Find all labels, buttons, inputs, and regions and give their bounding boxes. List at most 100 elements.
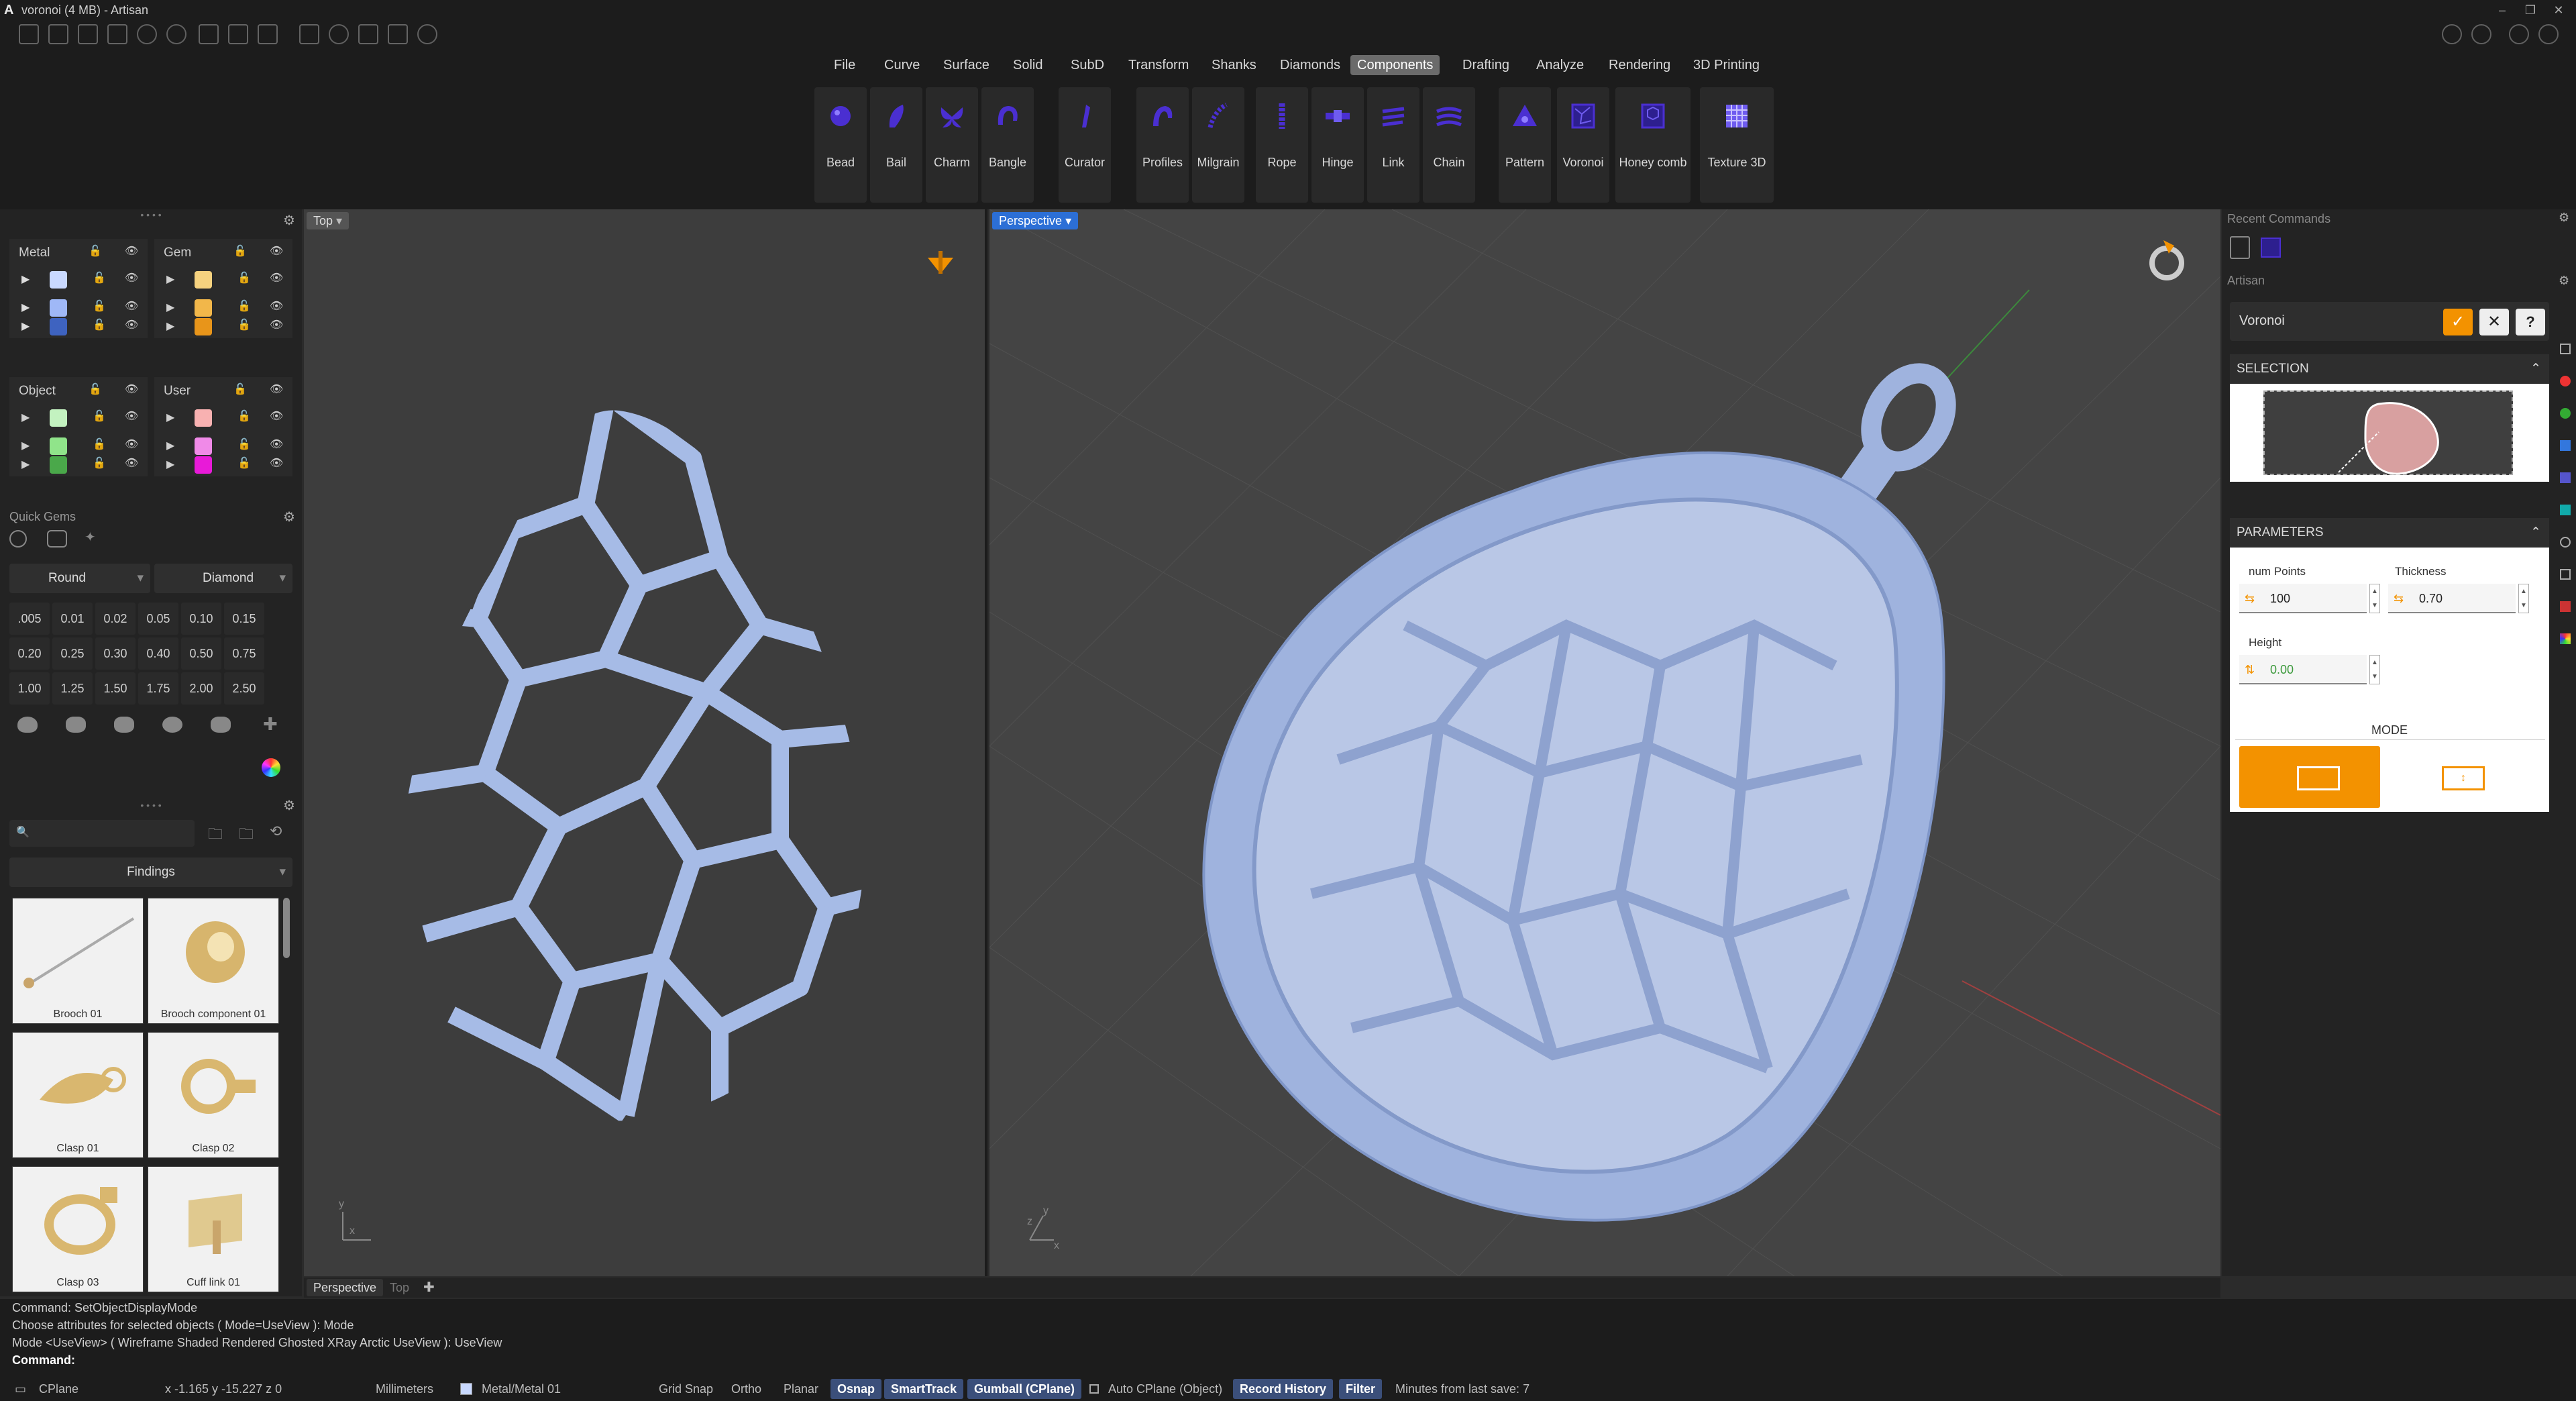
eye-icon[interactable]: 👁	[125, 409, 138, 423]
eye-icon[interactable]: 👁	[125, 437, 138, 451]
gem-size-button[interactable]: 0.05	[138, 603, 178, 635]
gem-size-button[interactable]: 0.40	[138, 637, 178, 670]
menu-curve[interactable]: Curve	[877, 55, 926, 75]
add-tab-icon[interactable]: ✚	[423, 1279, 435, 1296]
panel-grip[interactable]: • • • •	[0, 209, 302, 220]
menu-surface[interactable]: Surface	[936, 55, 996, 75]
lock-icon[interactable]: 🔓	[233, 382, 247, 396]
artisan-gear-icon[interactable]: ⚙	[2559, 274, 2569, 288]
toggle-smarttrack[interactable]: SmartTrack	[884, 1379, 964, 1399]
gem-size-button[interactable]: 0.02	[95, 603, 136, 635]
selection-preview[interactable]	[2230, 384, 2549, 482]
eye-icon[interactable]: 👁	[270, 299, 283, 313]
select-icon[interactable]	[299, 24, 319, 44]
lock-icon[interactable]: 🔓	[89, 244, 102, 258]
menu-diamonds[interactable]: Diamonds	[1273, 55, 1347, 75]
viewport-tab-perspective[interactable]: Perspective ▾	[992, 212, 1079, 229]
play-icon[interactable]: ▶	[21, 411, 30, 424]
tool-chain[interactable]: Chain	[1423, 87, 1475, 203]
gem-size-button[interactable]: 0.30	[95, 637, 136, 670]
viewport-top[interactable]: Top ▾ x y	[304, 209, 987, 1276]
play-icon[interactable]: ▶	[166, 319, 174, 333]
import-icon[interactable]	[107, 24, 127, 44]
tool-profiles[interactable]: Profiles	[1136, 87, 1189, 203]
recent-voronoi-icon[interactable]	[2261, 238, 2281, 258]
menu-analyze[interactable]: Analyze	[1529, 55, 1591, 75]
library-gear-icon[interactable]: ⚙	[283, 797, 295, 814]
layer-color-swatch[interactable]	[50, 456, 67, 474]
height-stepper[interactable]: ▲ ▼	[2369, 655, 2380, 684]
eye-icon[interactable]: 👁	[125, 271, 138, 284]
status-layer[interactable]: Metal/Metal 01	[482, 1377, 561, 1401]
new-template-icon[interactable]	[48, 24, 68, 44]
side-tool-icon[interactable]	[2560, 537, 2571, 548]
mode-extrude-button[interactable]: ↕	[2388, 746, 2538, 808]
layer-color-swatch[interactable]	[195, 456, 212, 474]
status-units[interactable]: Millimeters	[376, 1377, 433, 1401]
chevron-up-icon[interactable]: ⌃	[2530, 354, 2541, 384]
lock-icon[interactable]: 🔓	[237, 318, 251, 331]
group-icon[interactable]	[329, 24, 349, 44]
layer-row[interactable]: ▶ 🔓 👁	[154, 266, 292, 294]
panel-gear-icon[interactable]: ⚙	[283, 212, 295, 229]
menu-file[interactable]: File	[827, 55, 862, 75]
lock-icon[interactable]: 🔓	[237, 409, 251, 423]
toggle-record-history[interactable]: Record History	[1233, 1379, 1334, 1399]
library-item-cuff-link-01[interactable]: Cuff link 01	[148, 1166, 279, 1292]
gem-size-button[interactable]: 0.75	[224, 637, 264, 670]
lock-icon[interactable]: 🔓	[93, 437, 106, 451]
menu-components[interactable]: Components	[1350, 55, 1440, 75]
play-icon[interactable]: ▶	[166, 272, 174, 286]
gem-profile-icon[interactable]	[66, 717, 86, 733]
side-tool-icon[interactable]	[2560, 376, 2571, 386]
lock-icon[interactable]: 🔓	[237, 456, 251, 470]
eye-icon[interactable]: 👁	[125, 244, 138, 258]
play-icon[interactable]: ▶	[166, 301, 174, 314]
menu-transform[interactable]: Transform	[1122, 55, 1195, 75]
gem-profile-icon[interactable]	[17, 717, 38, 733]
network-icon[interactable]	[2538, 24, 2559, 44]
library-search-input[interactable]: 🔍	[9, 820, 195, 847]
eye-icon[interactable]: 👁	[125, 456, 138, 470]
side-tool-icon[interactable]	[2560, 569, 2571, 580]
lock-icon[interactable]: 🔓	[93, 299, 106, 313]
gem-profile-icon[interactable]	[162, 717, 182, 733]
tab-top[interactable]: Top	[383, 1279, 416, 1296]
eye-icon[interactable]: 👁	[270, 271, 283, 284]
play-icon[interactable]: ▶	[21, 272, 30, 286]
lock-icon[interactable]: 🔓	[93, 409, 106, 423]
new-file-icon[interactable]	[19, 24, 39, 44]
toggle-gumball[interactable]: Gumball (CPlane)	[967, 1379, 1082, 1399]
layer-color-swatch[interactable]	[195, 318, 212, 335]
side-tool-icon[interactable]	[2560, 505, 2571, 515]
side-tool-icon[interactable]	[2560, 408, 2571, 419]
quick-gems-gear-icon[interactable]: ⚙	[283, 509, 295, 525]
tab-perspective[interactable]: Perspective	[307, 1279, 384, 1296]
export-icon[interactable]	[258, 24, 278, 44]
tool-bead[interactable]: Bead	[814, 87, 867, 203]
layer-row[interactable]: ▶ 🔓 👁	[9, 455, 148, 476]
side-tool-icon[interactable]	[2560, 633, 2571, 644]
layer-color-swatch[interactable]	[50, 318, 67, 335]
gem-size-button[interactable]: 0.01	[52, 603, 93, 635]
tool-rope[interactable]: Rope	[1256, 87, 1308, 203]
toggle-auto-cplane[interactable]: Auto CPlane (Object)	[1108, 1377, 1222, 1401]
layer-row[interactable]: ▶ 🔓 👁	[9, 266, 148, 294]
gem-cut-dropdown[interactable]: Diamond ▾	[154, 564, 292, 593]
restore-button[interactable]: ❐	[2518, 0, 2542, 20]
toggle-ortho[interactable]: Ortho	[731, 1377, 761, 1401]
library-category-dropdown[interactable]: Findings ▾	[9, 858, 292, 887]
lock-icon[interactable]	[1089, 1384, 1099, 1394]
color-wheel-icon[interactable]	[262, 758, 280, 777]
layer-color-swatch[interactable]	[50, 271, 67, 289]
play-icon[interactable]: ▶	[166, 458, 174, 471]
cancel-button[interactable]: ✕	[2479, 309, 2509, 335]
menu-3d-printing[interactable]: 3D Printing	[1686, 55, 1766, 75]
layer-row[interactable]: ▶ 🔓 👁	[154, 317, 292, 338]
lock-icon[interactable]: 🔓	[237, 299, 251, 313]
recent-gear-icon[interactable]: ⚙	[2559, 211, 2569, 225]
num-points-stepper[interactable]: ▲ ▼	[2369, 584, 2380, 613]
tool-milgrain[interactable]: Milgrain	[1192, 87, 1244, 203]
tool-voronoi[interactable]: Voronoi	[1557, 87, 1609, 203]
add-folder-icon[interactable]: 🗀	[208, 823, 223, 848]
